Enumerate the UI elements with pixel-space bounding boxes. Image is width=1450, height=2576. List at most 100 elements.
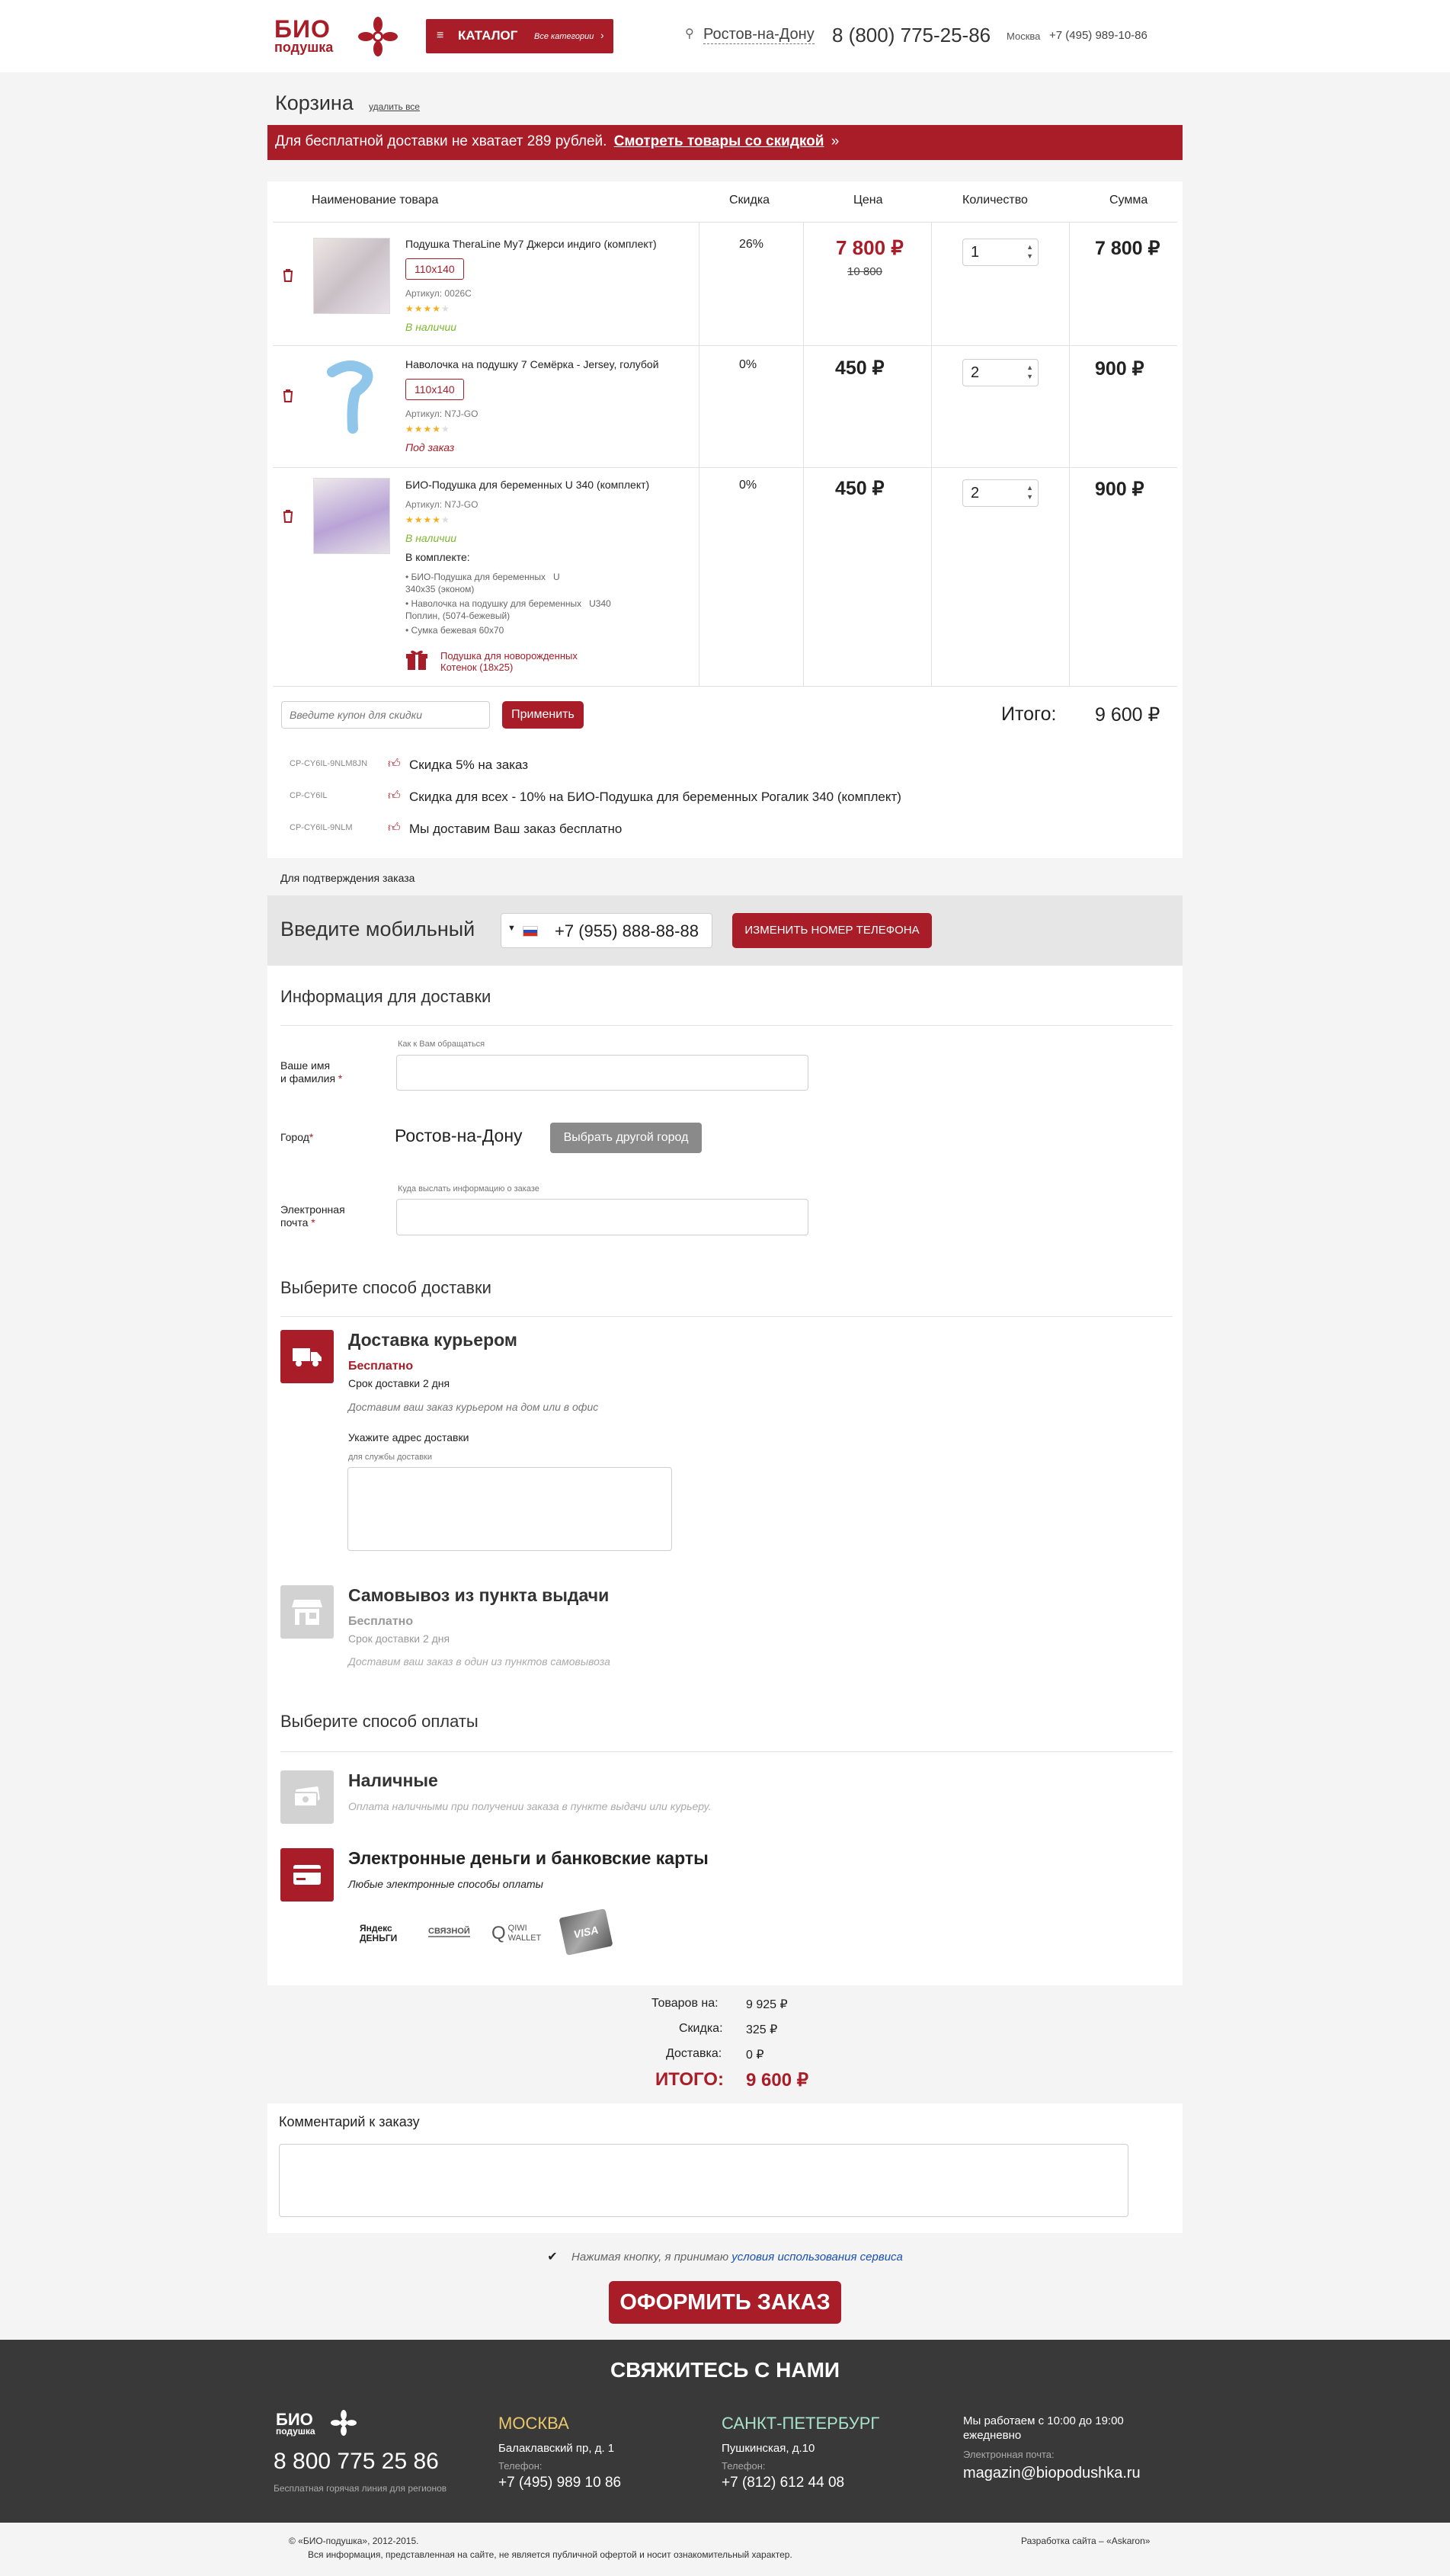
stepper-arrows-icon[interactable]: ▲ ▼ [1026, 242, 1033, 261]
col-header-discount: Скидка [729, 194, 770, 207]
product-name[interactable]: БИО-Подушка для беременных U 340 (компле… [405, 479, 649, 491]
address-hint: для службы доставки [348, 1453, 433, 1462]
emoney-title[interactable]: Электронные деньги и банковские карты [348, 1848, 709, 1869]
item-sum: 7 800 ₽ [1095, 238, 1160, 259]
quantity-stepper[interactable]: 2 ▲ ▼ [962, 479, 1039, 507]
copyright: © «БИО-подушка», 2012-2015. [289, 2536, 419, 2546]
agree-text: Нажимая кнопку, я принимаю условия испол… [571, 2251, 903, 2264]
email-hint: Куда выслать информацию о заказе [398, 1184, 539, 1193]
pickup-option[interactable] [280, 1585, 334, 1639]
agree-checkbox[interactable]: ✔ [546, 2251, 559, 2264]
trash-icon[interactable] [283, 389, 293, 402]
summary-discount-label: Скидка: [679, 2022, 723, 2035]
clear-cart-link[interactable]: удалить все [369, 101, 420, 112]
size-tag[interactable]: 110x140 [405, 258, 464, 280]
name-hint: Как к Вам обращаться [398, 1040, 485, 1049]
menu-icon: ≡ [437, 29, 444, 42]
gift-link[interactable]: Подушка для новорожденных Котенок (18х25… [440, 650, 616, 673]
cash-option[interactable] [280, 1770, 334, 1824]
trash-icon[interactable] [283, 509, 293, 523]
footer-title: СВЯЖИТЕСЬ С НАМИ [610, 2358, 840, 2382]
footer-hotline: Бесплатная горячая линия для регионов [274, 2483, 447, 2494]
chevron-right-icon: › [600, 29, 604, 41]
coupon-code: CP-CY6IL-9NLM [290, 823, 353, 832]
item-old-price: 10 800 [847, 265, 882, 278]
sku: Артикул: N7J-GO [405, 499, 479, 510]
item-sum: 900 ₽ [1095, 479, 1144, 500]
pickup-title[interactable]: Самовывоз из пункта выдачи [348, 1585, 609, 1606]
product-image[interactable] [313, 238, 390, 314]
double-chevron-icon: » [831, 133, 840, 149]
address-textarea[interactable] [347, 1467, 672, 1551]
caret-down-icon[interactable]: ▼ [507, 924, 516, 933]
comment-textarea[interactable] [279, 2144, 1128, 2217]
emoney-desc: Любые электронные способы оплаты [348, 1878, 543, 1890]
city-selector[interactable]: Ростов-на-Дону [703, 26, 815, 44]
free-delivery-banner: Для бесплатной доставки не хватает 289 р… [267, 125, 1183, 160]
product-image[interactable] [313, 478, 390, 554]
footer-spb-phone[interactable]: +7 (812) 612 44 08 [722, 2475, 844, 2491]
emoney-option[interactable] [280, 1848, 334, 1902]
change-phone-button[interactable]: ИЗМЕНИТЬ НОМЕР ТЕЛЕФОНА [732, 913, 932, 948]
page-title: Корзина [275, 91, 354, 114]
summary-delivery: 0 ₽ [746, 2049, 764, 2062]
cash-title[interactable]: Наличные [348, 1770, 438, 1791]
stepper-arrows-icon[interactable]: ▲ ▼ [1026, 483, 1033, 501]
thumbs-up-icon: 👍︎ [388, 822, 401, 835]
email-input[interactable] [396, 1199, 808, 1235]
rating-stars: ★★★★★ [405, 514, 450, 525]
product-name[interactable]: Подушка TheraLine My7 Джерси индиго (ком… [405, 238, 657, 250]
coupon-text: Скидка 5% на заказ [409, 758, 529, 772]
col-header-name: Наименование товара [312, 194, 439, 207]
terms-link[interactable]: условия использования сервиса [731, 2251, 903, 2264]
coupon-text: Мы доставим Ваш заказ бесплатно [409, 822, 623, 836]
change-city-button[interactable]: Выбрать другой город [550, 1123, 702, 1153]
flower-icon [331, 2410, 357, 2436]
cash-desc: Оплата наличными при получении заказа в … [348, 1800, 712, 1812]
developer-link[interactable]: Разработка сайта – «Askaron» [1021, 2536, 1150, 2546]
stock-status: В наличии [405, 321, 457, 333]
quantity-stepper[interactable]: 2 ▲ ▼ [962, 359, 1039, 386]
coupon-text: Скидка для всех - 10% на БИО-Подушка для… [409, 790, 901, 804]
product-image[interactable] [313, 358, 390, 434]
coupon-code: CP-CY6IL-9NLM8JN [290, 759, 368, 768]
stock-status: Под заказ [405, 441, 455, 453]
phone-value: +7 (955) 888-88-88 [555, 921, 699, 940]
comment-title: Комментарий к заказу [279, 2114, 420, 2129]
quantity-stepper[interactable]: 1 ▲ ▼ [962, 239, 1039, 266]
mobile-label: Введите мобильный [280, 918, 475, 940]
banner-text: Для бесплатной доставки не хватает 289 р… [275, 133, 607, 149]
moscow-label: Москва [1007, 30, 1041, 42]
svyaznoy-logo: СВЯЗНОЙ [428, 1927, 470, 1937]
apply-coupon-button[interactable]: Применить [502, 701, 584, 729]
col-header-qty: Количество [962, 194, 1028, 207]
rating-stars: ★★★★★ [405, 303, 450, 314]
city-value: Ростов-на-Дону [395, 1126, 523, 1145]
size-tag[interactable]: 110x140 [405, 379, 464, 400]
footer-hours: Мы работаем с 10:00 до 19:00 ежедневно [963, 2414, 1124, 2442]
footer-spb-phone-label: Телефон: [722, 2460, 766, 2472]
header-phone[interactable]: 8 (800) 775-25-86 [832, 24, 991, 47]
trash-icon[interactable] [283, 268, 293, 282]
catalog-label: КАТАЛОГ [458, 28, 518, 43]
name-input[interactable] [396, 1055, 808, 1091]
stepper-arrows-icon[interactable]: ▲ ▼ [1026, 363, 1033, 381]
footer-logo[interactable]: БИО подушка [276, 2410, 360, 2440]
coupon-input[interactable] [281, 701, 490, 729]
disclaimer: Вся информация, представленная на сайте,… [308, 2549, 792, 2560]
phone-input[interactable]: ▼ +7 (955) 888-88-88 [501, 913, 712, 948]
footer-email[interactable]: magazin@biopodushka.ru [963, 2465, 1141, 2482]
footer-moscow-phone[interactable]: +7 (495) 989 10 86 [498, 2475, 621, 2491]
footer-email-label: Электронная почта: [963, 2449, 1055, 2460]
courier-option[interactable] [280, 1330, 334, 1383]
moscow-phone[interactable]: +7 (495) 989-10-86 [1049, 29, 1148, 42]
delivery-info-title: Информация для доставки [280, 987, 491, 1006]
discount-goods-link[interactable]: Смотреть товары со скидкой [614, 133, 824, 149]
submit-order-button[interactable]: ОФОРМИТЬ ЗАКАЗ [609, 2281, 841, 2324]
logo[interactable]: БИО подушка [273, 15, 399, 59]
product-name[interactable]: Наволочка на подушку 7 Семёрка - Jersey,… [405, 358, 659, 370]
courier-title[interactable]: Доставка курьером [348, 1330, 517, 1350]
catalog-button[interactable]: ≡ КАТАЛОГ Все категории › [426, 19, 613, 53]
summary-total-label: ИТОГО: [655, 2069, 724, 2090]
footer-phone[interactable]: 8 800 775 25 86 [274, 2449, 439, 2475]
